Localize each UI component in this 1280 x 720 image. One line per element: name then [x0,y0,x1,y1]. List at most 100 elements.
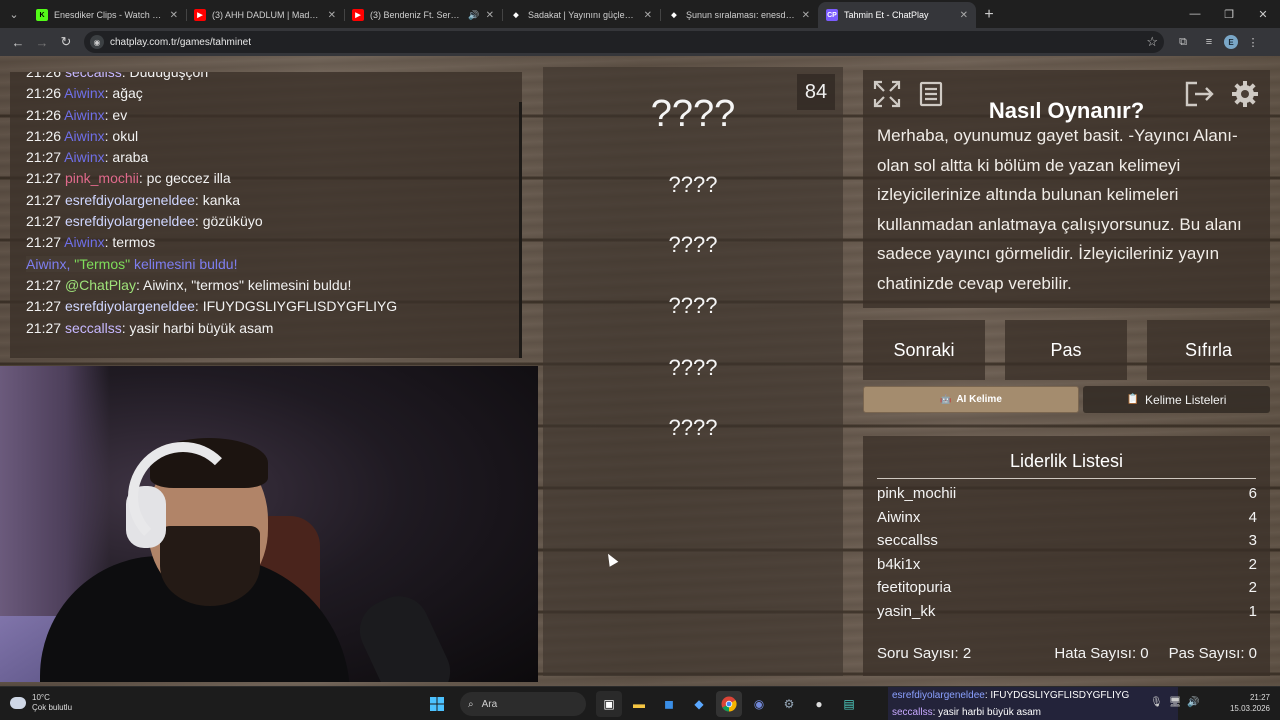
message-text: yasir harbi büyük asam [129,319,274,336]
windows-start-icon[interactable] [424,691,450,717]
chat-overlay: esrefdiyolargeneldee: IFUYDGSLIYGFLISDYG… [888,687,1178,720]
message-username[interactable]: seccallss [65,72,122,80]
chat-message: 21:27 @ChatPlay: Aiwinx, "termos" kelime… [26,276,352,293]
volume-icon[interactable]: 🔊 [1187,697,1199,708]
next-button[interactable]: Sonraki [863,320,985,380]
forward-icon[interactable]: → [30,30,54,54]
restore-icon[interactable]: ❐ [1212,0,1246,28]
game-page: 21:26 seccallss: Düdüğüşçon 21:26 Aiwinx:… [0,56,1280,686]
message-time: 21:26 [26,85,62,102]
message-username[interactable]: Aiwinx [64,107,104,123]
message-username[interactable]: esrefdiyolargeneldee [65,213,195,229]
close-tab-icon[interactable]: ✕ [644,10,652,21]
discord-icon[interactable]: ◉ [746,691,772,717]
message-time: 21:27 [26,298,62,315]
close-window-icon[interactable]: ✕ [1246,0,1280,28]
message-username[interactable]: esrefdiyolargeneldee [65,192,195,208]
message-username[interactable]: Aiwinx [64,234,104,250]
found-word: "Termos" [74,255,131,272]
file-explorer-icon[interactable]: ▬ [626,691,652,717]
browser-tab[interactable]: CP Tahmin Et - ChatPlay ✕ [818,2,976,28]
chat-message: 21:26 Aiwinx: ev [26,106,128,123]
chat-scrollbar[interactable] [519,102,522,358]
app-icon[interactable]: ▤ [836,691,862,717]
chat-message: 21:26 Aiwinx: ağaç [26,85,143,102]
search-icon: ⌕ [468,698,474,710]
message-username[interactable]: pink_mochii [65,170,139,186]
message-username[interactable]: Aiwinx [64,128,104,144]
browser-tab-bar: ⌄ K Enesdiker Clips - Watch Live on Kick ✕… [0,0,1280,28]
taskbar-search[interactable]: ⌕ Ara [460,692,586,716]
leaderboard-row: b4ki1x 2 [877,553,1257,576]
ai-word-button[interactable]: 🤖 AI Kelime [863,386,1079,413]
browser-tab[interactable]: K Enesdiker Clips - Watch Live on Kick ✕ [28,2,186,28]
minimize-icon[interactable]: — [1178,0,1212,28]
obs-icon[interactable]: ● [806,691,832,717]
leaderboard-title: Liderlik Listesi [1009,451,1124,471]
reset-button[interactable]: Sıfırla [1147,320,1270,380]
player-score: 3 [1248,532,1257,549]
media-icon[interactable]: ≡ [1198,31,1220,53]
close-tab-icon[interactable]: ✕ [486,10,494,21]
message-username[interactable]: Aiwinx [64,85,104,101]
tab-search-icon[interactable]: ⌄ [0,0,28,28]
steam-icon[interactable]: ⚙ [776,691,802,717]
profile-avatar[interactable]: E [1224,35,1238,49]
browser-tab[interactable]: ◆ Sadakat | Yayınını güçlendirme ✕ [502,2,660,28]
weather-widget[interactable]: 10°C Çok bulutlu [10,693,72,713]
address-bar[interactable]: ◉ chatplay.com.tr/games/tahminet ☆ [84,31,1164,53]
reload-icon[interactable]: ↻ [54,30,78,54]
chrome-icon[interactable] [716,691,742,717]
mic-icon[interactable]: 🎙 [1150,697,1163,708]
message-text: IFUYDGSLIYGFLISDYGFLIYG [202,298,398,315]
network-icon[interactable]: 🖥 [1169,697,1182,708]
message-time: 21:26 [26,106,62,123]
extensions-icon[interactable]: ⧉ [1172,31,1194,53]
store-icon[interactable]: ◼ [656,691,682,717]
message-username[interactable]: seccallss [65,320,122,336]
site-info-icon[interactable]: ◉ [90,35,104,49]
chat-system-message: Aiwinx, "Termos" kelimesini buldu! [26,254,516,275]
word-lists-label: Kelime Listeleri [1145,392,1227,407]
pass-button[interactable]: Pas [1005,320,1127,380]
message-username[interactable]: @ChatPlay [65,277,136,293]
browser-tab[interactable]: ▶ (3) AHH DADLUM | Madara Ol ✕ [186,2,344,28]
message-time: 21:27 [26,170,62,187]
message-time: 21:26 [26,72,62,80]
close-tab-icon[interactable]: ✕ [170,10,178,21]
player-score: 2 [1248,579,1257,596]
leaderboard-row: seccallss 3 [877,529,1257,552]
bookmark-star-icon[interactable]: ☆ [1146,34,1158,50]
ai-word-label: AI Kelime [956,394,1002,405]
tab-title: Enesdiker Clips - Watch Live on Kick [54,10,164,20]
audio-playing-icon[interactable]: 🔊 [468,10,479,21]
menu-kebab-icon[interactable]: ⋮ [1242,31,1264,53]
task-view-icon[interactable]: ▣ [596,691,622,717]
close-tab-icon[interactable]: ✕ [328,10,336,21]
message-text: gözüküyo [202,213,263,230]
message-text: pc geccez illa [146,170,231,187]
youtube-favicon-icon: ▶ [194,9,206,21]
message-text: araba [112,149,149,166]
player-name: b4ki1x [877,555,921,573]
url-text[interactable]: chatplay.com.tr/games/tahminet [110,37,1146,48]
player-name: Aiwinx [877,508,921,526]
chat-message: 21:27 pink_mochii: pc geccez illa [26,170,231,187]
window-controls: — ❐ ✕ [1178,0,1280,28]
system-tray: 🎙 🖥 🔊 [1150,697,1200,708]
leaderboard-panel: Liderlik Listesi pink_mochii 6 Aiwinx 4 … [863,436,1270,676]
clock-date: 15.03.2026 [1229,704,1270,713]
clock[interactable]: 21:27 15.03.2026 [1230,692,1270,714]
back-icon[interactable]: ← [6,30,30,54]
youtube-favicon-icon: ▶ [352,9,364,21]
close-tab-icon[interactable]: ✕ [960,10,968,21]
word-lists-button[interactable]: 📋 Kelime Listeleri [1083,386,1270,413]
new-tab-button[interactable]: + [976,2,1002,28]
chat-message: 21:27 Aiwinx: araba [26,149,149,166]
app-icon[interactable]: ◆ [686,691,712,717]
message-username[interactable]: esrefdiyolargeneldee [65,298,195,314]
browser-tab[interactable]: ▶ (3) Bendeniz Ft. Serkan Kaya 🔊 ✕ [344,2,502,28]
message-username[interactable]: Aiwinx [64,149,104,165]
close-tab-icon[interactable]: ✕ [802,10,810,21]
browser-tab[interactable]: ◆ Şunun sıralaması: enesdiker | Yo ✕ [660,2,818,28]
